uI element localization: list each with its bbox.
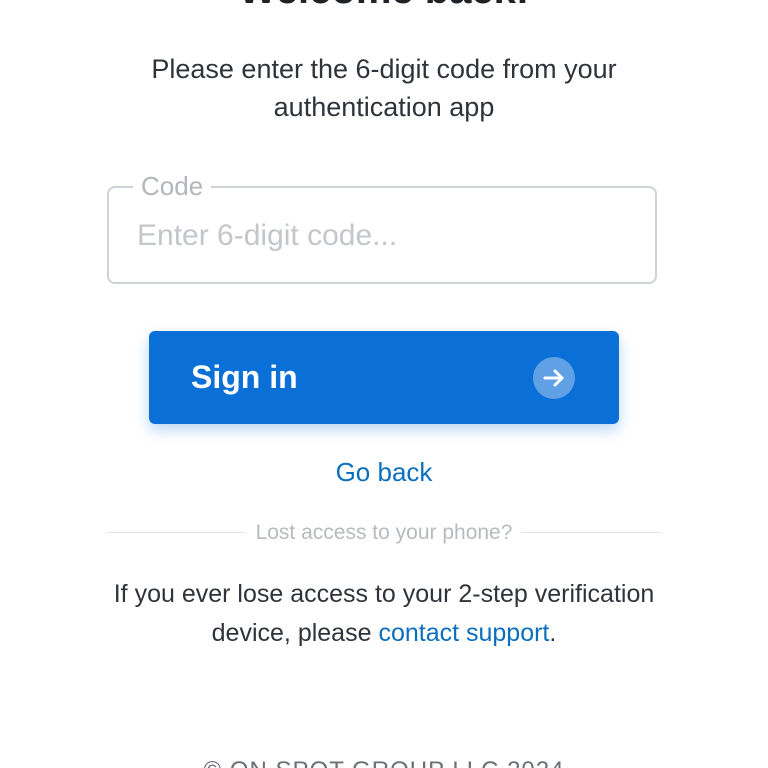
subtitle-line-1: Please enter the 6-digit code from your — [151, 54, 617, 84]
help-line-2-suffix: . — [549, 619, 557, 647]
arrow-right-icon — [533, 357, 575, 399]
divider-line-right — [521, 532, 661, 533]
sign-in-button[interactable]: Sign in — [149, 331, 619, 424]
help-line-2: device, please contact support. — [0, 614, 768, 653]
divider-label: Lost access to your phone? — [255, 521, 513, 544]
go-back-link[interactable]: Go back — [0, 456, 768, 488]
copyright-footer: © ON SPOT GROUP LLC 2024 — [0, 756, 768, 768]
page-heading: Welcome back! — [0, 0, 768, 14]
help-text: If you ever lose access to your 2-step v… — [0, 575, 768, 653]
contact-support-link[interactable]: contact support — [378, 619, 549, 647]
code-field[interactable]: Code — [107, 171, 657, 284]
code-field-label: Code — [133, 171, 212, 201]
subtitle-line-2: authentication app — [273, 92, 495, 122]
sign-in-button-label: Sign in — [191, 359, 298, 395]
lost-access-divider: Lost access to your phone? — [107, 519, 661, 547]
help-line-1: If you ever lose access to your 2-step v… — [113, 580, 655, 608]
code-input[interactable] — [137, 214, 627, 258]
help-line-2-prefix: device, please — [211, 619, 379, 647]
two-factor-page: Welcome back! Please enter the 6-digit c… — [0, 0, 768, 768]
page-subtitle: Please enter the 6-digit code from your … — [0, 50, 768, 126]
